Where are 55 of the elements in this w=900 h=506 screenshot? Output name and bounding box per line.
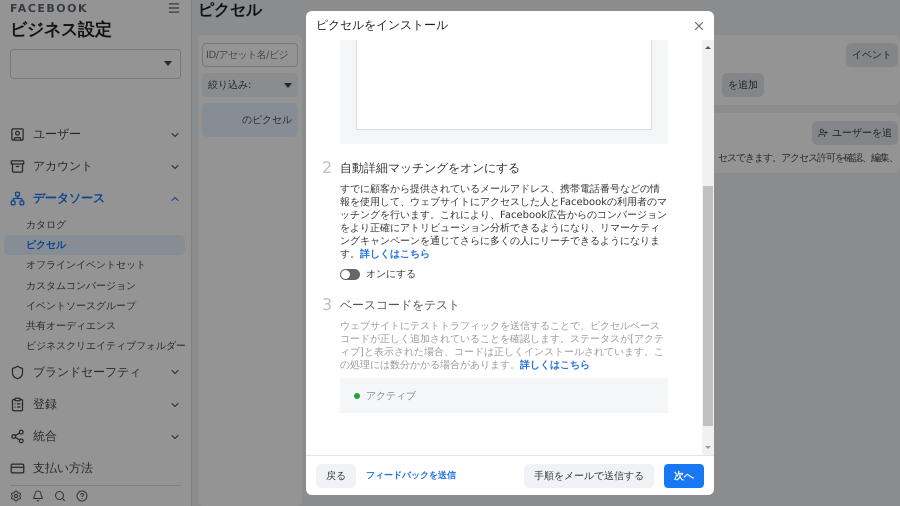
- learn-more-link[interactable]: 詳しくはこちら: [360, 249, 430, 260]
- next-button[interactable]: 次へ: [664, 464, 704, 488]
- share-icon: [10, 429, 25, 444]
- add-user-button[interactable]: ユーザーを追: [812, 121, 898, 145]
- sidebar-title: ビジネス設定: [10, 19, 113, 41]
- list-item[interactable]: のピクセル: [202, 103, 298, 137]
- dialog-title: ピクセルをインストール: [316, 17, 448, 34]
- sidebar-subitem[interactable]: ピクセル: [4, 235, 185, 256]
- event-button[interactable]: イベント: [846, 43, 898, 67]
- brand-logo: FACEBOOK: [10, 2, 88, 14]
- sidebar-subitem[interactable]: オフラインイベントセット: [4, 255, 185, 276]
- info-text: セスできます。アクセス許可を確認、編集、: [718, 152, 898, 165]
- sidebar-item[interactable]: ブランドセーフティ: [10, 356, 181, 389]
- sidebar-item[interactable]: 登録: [10, 388, 181, 421]
- toggle-label: オンにする: [366, 268, 416, 281]
- page-title: ピクセル: [198, 0, 264, 21]
- step-title: 自動詳細マッチングをオンにする: [340, 160, 521, 177]
- user-icon: [818, 128, 828, 138]
- sidebar-item[interactable]: 支払い方法: [10, 452, 181, 485]
- network-icon: [10, 191, 25, 206]
- scrollbar[interactable]: [702, 40, 714, 455]
- shield-icon: [10, 364, 25, 380]
- bell-icon[interactable]: [32, 490, 44, 502]
- sidebar-subitem[interactable]: カスタムコンバージョン: [4, 276, 185, 296]
- sidebar-subitem[interactable]: 共有オーディエンス: [4, 316, 185, 336]
- filter-dropdown[interactable]: 絞り込み:: [202, 73, 298, 97]
- user-icon: [10, 127, 25, 142]
- sidebar-item[interactable]: ユーザー: [10, 118, 181, 151]
- search-icon[interactable]: [54, 490, 66, 502]
- step-number: 2: [322, 158, 334, 179]
- learn-more-link[interactable]: 詳しくはこちら: [520, 360, 590, 371]
- sidebar-item[interactable]: アカウント: [10, 150, 181, 183]
- toggle-switch[interactable]: [340, 268, 360, 280]
- step-description: ウェブサイトにテストトラフィックを送信することで、ピクセルベースコードが正しく追加されていることを確認します。ステータスが[アクティブ]と表示された場合、コードは正しくインストールされています。この処理には数分かかる場合があります。詳しくはこちら: [340, 320, 665, 372]
- settings-icon[interactable]: [10, 490, 22, 502]
- clipboard-icon: [10, 397, 25, 412]
- sidebar-subitem[interactable]: カタログ: [4, 214, 185, 236]
- sidebar-item[interactable]: 統合: [10, 420, 181, 453]
- back-button[interactable]: 戻る: [316, 464, 356, 488]
- search-field[interactable]: ID/アセット名/ビジ: [202, 43, 298, 67]
- email-button[interactable]: 手順をメールで送信する: [524, 464, 654, 488]
- add-button[interactable]: を追加: [722, 73, 764, 97]
- sidebar-subitem[interactable]: イベントソースグループ: [4, 296, 185, 316]
- feedback-link[interactable]: フィードバックを送信: [366, 469, 514, 482]
- card-icon: [10, 461, 25, 476]
- menu-icon[interactable]: [167, 1, 181, 15]
- caret-icon: [164, 61, 172, 66]
- step-number: 3: [322, 295, 334, 316]
- sidebar-item[interactable]: データソース: [10, 182, 181, 215]
- sidebar-subitem[interactable]: ビジネスクリエイティブフォルダー: [4, 336, 185, 356]
- step-title: ベースコードをテスト: [340, 297, 461, 314]
- box-icon: [10, 159, 25, 174]
- help-icon[interactable]: [76, 490, 88, 502]
- status-label: アクティブ: [366, 390, 416, 402]
- step-description: すでに顧客から提供されているメールアドレス、携帯電話番号などの情報を使用して、ウェブサイトにアクセスした人とFacebookの利用者のマッチングを行います。これにより、Facebook広告からのコンバージョンをより正確にアトリビューション分析できるようになり、リマーケティングキャンペーンを通じてさらに多くの人にリーチできるようになります。詳しくはこちら: [340, 183, 668, 261]
